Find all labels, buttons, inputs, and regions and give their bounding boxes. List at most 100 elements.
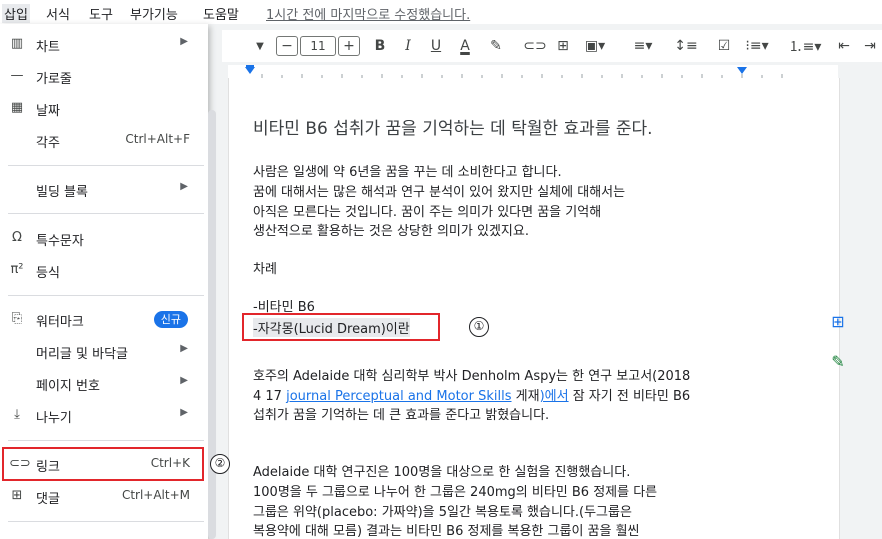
menu-addons[interactable]: 부가기능: [130, 4, 178, 23]
font-size-increase-button[interactable]: +: [338, 36, 360, 56]
para2-line2: 4 17 journal Perceptual and Motor Skills…: [253, 385, 690, 404]
menu-item-date[interactable]: ▦ 날짜: [0, 92, 204, 124]
omega-icon: Ω: [12, 230, 22, 245]
menu-item-label: 날짜: [36, 104, 60, 119]
align-icon[interactable]: ≡▾: [628, 30, 658, 62]
insert-link-icon[interactable]: ⊂⊃: [523, 30, 546, 62]
decrease-indent-icon[interactable]: ⇤: [834, 30, 854, 62]
font-dropdown-arrow-icon[interactable]: ▼: [252, 30, 268, 62]
document-page[interactable]: 비타민 B6 섭취가 꿈을 기억하는 데 탁월한 효과를 준다. 사람은 일생에…: [228, 78, 840, 539]
toolbar: ▼ − 11 + B I U A ✎ ⊂⊃ ⊞ ▣▾ ≡▾ ↕≡ ☑ ⁝≡▾ ⒈…: [222, 30, 882, 62]
menu-divider: [8, 213, 204, 214]
watermark-icon: ⎘: [11, 311, 23, 326]
submenu-arrow-icon: ▶: [180, 343, 188, 354]
para1-line1: 사람은 일생에 약 6년을 꿈을 꾸는 데 소비한다고 합니다.: [253, 165, 562, 180]
menu-item-building-blocks[interactable]: 빌딩 블록 ▶: [0, 173, 204, 205]
ruler-ticks: [228, 65, 838, 79]
add-comment-fab-icon[interactable]: ⊞: [823, 306, 853, 336]
para2-line3: 섭취가 꿈을 기억하는 데 큰 효과를 준다고 밝혔습니다.: [253, 408, 550, 423]
equation-icon: π²: [10, 262, 24, 277]
menu-item-label: 특수문자: [36, 234, 84, 249]
font-size-decrease-button[interactable]: −: [276, 36, 298, 56]
suggest-edit-fab-icon[interactable]: ✎: [823, 346, 853, 376]
submenu-arrow-icon: ▶: [180, 181, 188, 192]
line-spacing-icon[interactable]: ↕≡: [674, 30, 698, 62]
menu-item-label: 워터마크: [36, 315, 84, 330]
annotation-box-2: [2, 447, 204, 481]
ruler[interactable]: [222, 64, 882, 79]
submenu-arrow-icon: ▶: [180, 36, 188, 47]
menu-bar: 삽입 서식 도구 부가기능 도움말 1시간 전에 마지막으로 수정했습니다.: [0, 0, 882, 24]
para3-line4: 복용약에 대해 모름) 결과는 비타민 B6 정제를 복용한 그룹이 꿈을 훨씬: [253, 524, 640, 539]
menu-item-label: 가로줄: [36, 72, 72, 87]
menu-item-shortcut: Ctrl+Alt+M: [121, 488, 190, 502]
menu-item-footnote[interactable]: 각주 Ctrl+Alt+F: [0, 124, 204, 156]
menu-item-label: 댓글: [36, 492, 60, 507]
menu-item-label: 나누기: [36, 411, 72, 426]
annotation-box-1: [242, 313, 440, 341]
menu-item-label: 각주: [36, 136, 60, 151]
menu-item-label: 빌딩 블록: [36, 185, 88, 200]
menu-divider: [8, 440, 204, 441]
horizontal-line-icon: —: [10, 68, 24, 83]
menu-item-label: 차트: [36, 40, 60, 55]
journal-link[interactable]: journal Perceptual and Motor Skills: [286, 389, 511, 404]
menu-item-special-chars[interactable]: Ω 특수문자: [0, 222, 204, 254]
submenu-arrow-icon: ▶: [180, 375, 188, 386]
checklist-icon[interactable]: ☑: [712, 30, 736, 62]
menu-item-label: 페이지 번호: [36, 379, 100, 394]
menu-item-watermark[interactable]: ⎘ 워터마크 신규: [0, 303, 204, 335]
menu-item-equation[interactable]: π² 등식: [0, 254, 204, 286]
submenu-arrow-icon: ▶: [180, 407, 188, 418]
insert-image-icon[interactable]: ▣▾: [580, 30, 610, 62]
italic-button[interactable]: I: [398, 30, 418, 62]
menu-tools[interactable]: 도구: [89, 4, 113, 23]
highlight-color-icon[interactable]: ✎: [486, 30, 506, 62]
chart-icon: ▥: [10, 36, 24, 51]
para2-line2-mid: 게재: [511, 389, 540, 404]
last-modified-link[interactable]: 1시간 전에 마지막으로 수정했습니다.: [266, 4, 470, 23]
journal-link-2[interactable]: )에서: [540, 389, 569, 404]
menu-item-label: 머리글 및 바닥글: [36, 347, 128, 362]
menu-divider: [8, 295, 204, 296]
menu-item-comment[interactable]: ⊞ 댓글 Ctrl+Alt+M: [0, 480, 204, 512]
annotation-marker-2: ②: [210, 454, 230, 474]
font-size-input[interactable]: 11: [300, 36, 336, 56]
bulleted-list-icon[interactable]: ⁝≡▾: [742, 30, 772, 62]
para2-line1: 호주의 Adelaide 대학 심리학부 박사 Denholm Aspy는 한 …: [253, 369, 691, 384]
calendar-icon: ▦: [10, 100, 24, 115]
para1-line2: 꿈에 대해서는 많은 해석과 연구 분석이 있어 왔지만 실체에 대해서는: [253, 185, 626, 200]
menu-item-horizontal-line[interactable]: — 가로줄: [0, 60, 204, 92]
menu-help[interactable]: 도움말: [203, 4, 239, 23]
para3-line2: 100명을 두 그룹으로 나누어 한 그룹은 240mg의 비타민 B6 정제를…: [253, 485, 658, 500]
increase-indent-icon[interactable]: ⇥: [860, 30, 880, 62]
text-color-button[interactable]: A: [454, 30, 476, 62]
bold-button[interactable]: B: [370, 30, 390, 62]
doc-title: 비타민 B6 섭취가 꿈을 기억하는 데 탁월한 효과를 준다.: [253, 119, 653, 139]
para3-line1: Adelaide 대학 연구진은 100명을 대상으로 한 실험을 진행했습니다…: [253, 465, 631, 480]
menu-item-header-footer[interactable]: 머리글 및 바닥글 ▶: [0, 335, 204, 367]
numbered-list-icon[interactable]: ⒈≡▾: [788, 30, 822, 62]
menu-item-page-number[interactable]: 페이지 번호 ▶: [0, 367, 204, 399]
menu-divider: [8, 165, 204, 166]
menu-format[interactable]: 서식: [46, 4, 70, 23]
menu-divider: [8, 521, 204, 522]
document-area[interactable]: 비타민 B6 섭취가 꿈을 기억하는 데 탁월한 효과를 준다. 사람은 일생에…: [222, 78, 882, 539]
para2-line2-pre: 4 17: [253, 389, 287, 404]
para1-line3: 아직은 모른다는 것입니다. 꿈이 주는 의미가 있다면 꿈을 기억해: [253, 205, 602, 220]
menu-insert[interactable]: 삽입: [2, 4, 30, 23]
toc-heading: 차례: [253, 262, 277, 277]
menu-item-chart[interactable]: ▥ 차트 ▶: [0, 28, 204, 60]
annotation-marker-1: ①: [469, 317, 489, 337]
page-break-icon: ⤓: [14, 407, 20, 422]
menu-item-break[interactable]: ⤓ 나누기 ▶: [0, 399, 204, 431]
underline-button[interactable]: U: [426, 30, 446, 62]
para3-line3: 그룹은 위약(placebo: 가짜약)을 5일간 복용토록 했습니다.(두그룹…: [253, 505, 632, 520]
add-comment-icon[interactable]: ⊞: [552, 30, 574, 62]
menu-scrollbar[interactable]: [208, 110, 216, 539]
menu-item-label: 등식: [36, 266, 60, 281]
para2-line2-post: 잠 자기 전 비타민 B6: [568, 389, 691, 404]
para1-line4: 생산적으로 활용하는 것은 상당한 의미가 있겠지요.: [253, 224, 529, 239]
new-badge: 신규: [153, 311, 188, 328]
menu-item-shortcut: Ctrl+Alt+F: [125, 132, 190, 146]
